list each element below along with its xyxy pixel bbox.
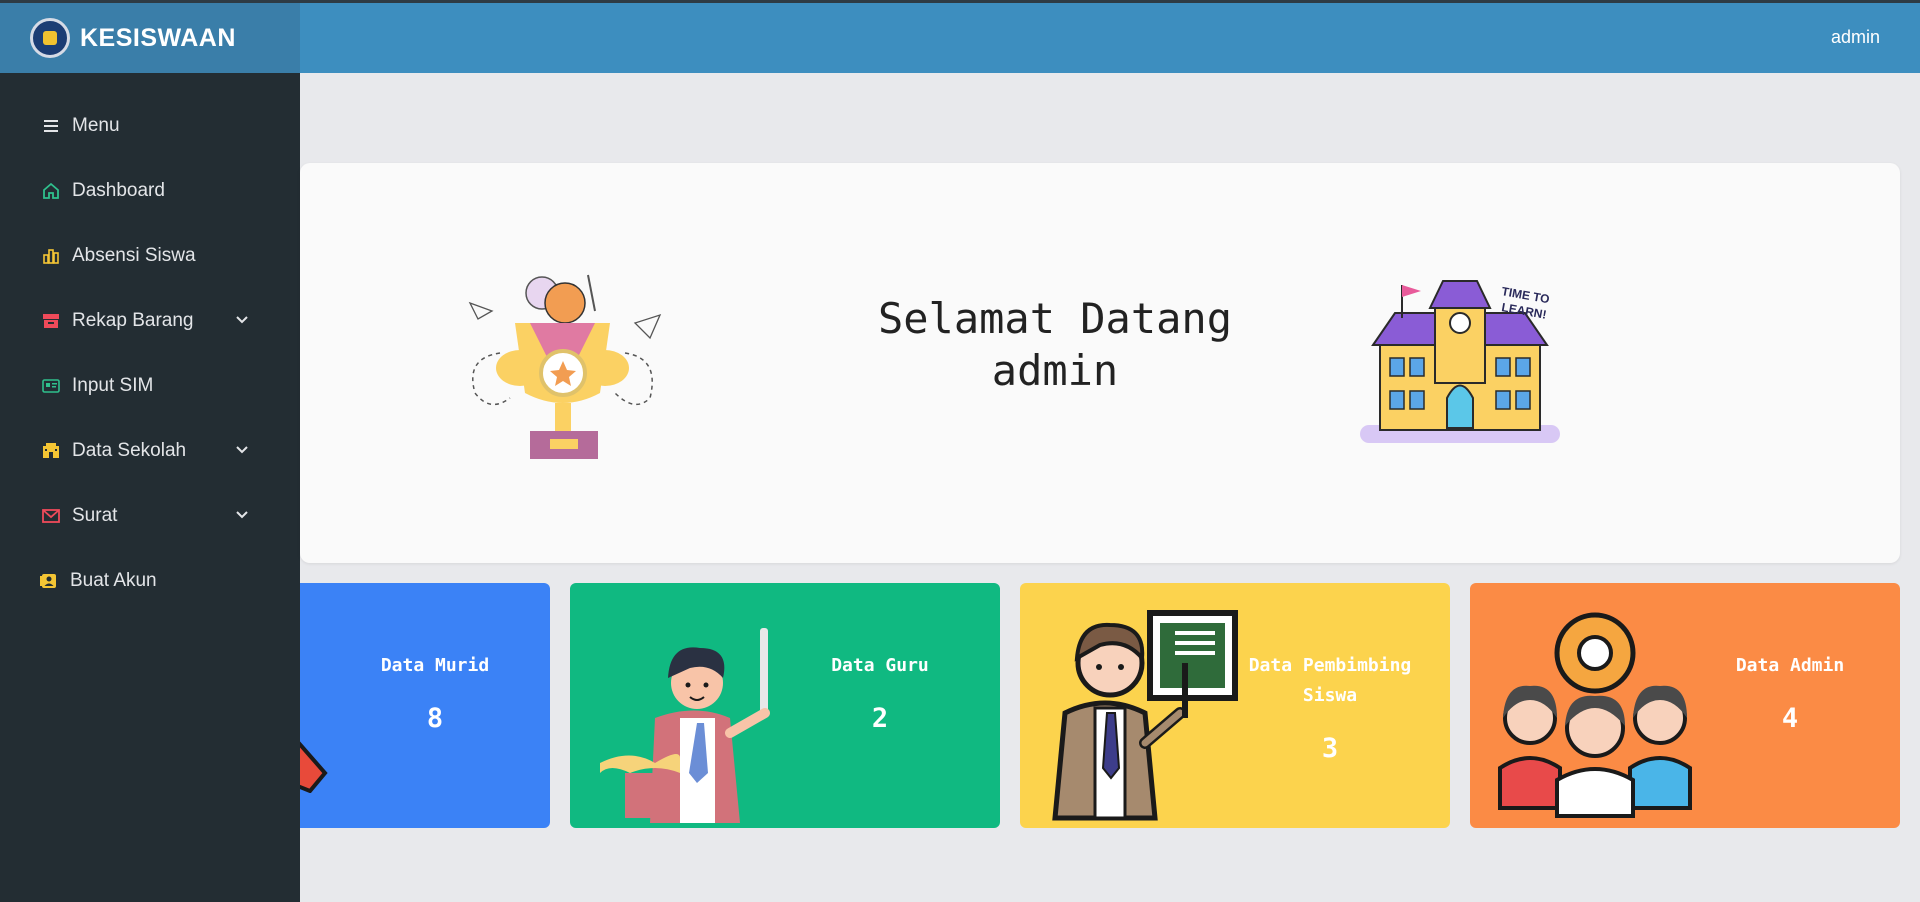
admin-team-illustration [1498, 612, 1692, 818]
card-title: Data Admin [1735, 655, 1845, 676]
user-badge-icon [40, 573, 56, 588]
chevron-down-icon [236, 446, 248, 454]
sidebar-item-input-sim[interactable]: Input SIM [0, 353, 300, 418]
brand-title: KESISWAAN [80, 23, 236, 52]
chevron-down-icon [236, 316, 248, 324]
sidebar-item-label: Dashboard [72, 179, 165, 201]
teacher-illustration [600, 628, 770, 823]
welcome-banner: Selamat Datang admin TIME TO LEARN! [300, 163, 1900, 563]
sidebar-item-label: Surat [72, 504, 118, 526]
sidebar: KESISWAAN Menu Dashboard Absensi Siswa R… [0, 0, 300, 902]
welcome-message: Selamat Datang admin [830, 293, 1280, 397]
card-data-guru[interactable]: Data Guru 2 [570, 583, 1000, 828]
card-title: Data Pembimbing Siswa [1248, 655, 1412, 706]
sidebar-item-buat-akun[interactable]: Buat Akun [0, 548, 300, 613]
sidebar-item-label: Buat Akun [70, 569, 157, 591]
archive-box-icon [43, 313, 59, 328]
card-title: Data Murid [380, 655, 490, 676]
bar-chart-icon [43, 248, 59, 264]
brand[interactable]: KESISWAAN [0, 0, 300, 73]
trophy-illustration [468, 274, 662, 459]
card-data-pembimbing-siswa[interactable]: Data Pembimbing Siswa 3 [1020, 583, 1450, 828]
chevron-down-icon [236, 511, 248, 519]
hamburger-icon [44, 119, 58, 132]
card-value: 4 [1781, 703, 1799, 734]
student-illustration [300, 741, 328, 793]
card-value: 8 [426, 703, 444, 734]
school-logo-icon [30, 18, 70, 58]
sidebar-nav: Menu Dashboard Absensi Siswa Rekap Baran… [0, 73, 300, 613]
sidebar-item-label: Menu [72, 114, 120, 136]
sidebar-item-label: Data Sekolah [72, 439, 187, 461]
card-data-murid[interactable]: Data Murid 8 [300, 583, 550, 828]
sidebar-item-data-sekolah[interactable]: Data Sekolah [0, 418, 300, 483]
sidebar-item-label: Absensi Siswa [72, 244, 196, 266]
home-icon [43, 182, 59, 199]
sidebar-item-label: Rekap Barang [72, 309, 194, 331]
sidebar-item-menu[interactable]: Menu [0, 93, 300, 158]
card-value: 2 [871, 703, 889, 734]
card-value: 3 [1321, 733, 1339, 764]
id-card-icon [42, 378, 60, 393]
sidebar-item-rekap-barang[interactable]: Rekap Barang [0, 288, 300, 353]
sidebar-item-surat[interactable]: Surat [0, 483, 300, 548]
envelope-icon [42, 508, 60, 523]
sidebar-item-dashboard[interactable]: Dashboard [0, 158, 300, 223]
card-data-admin[interactable]: Data Admin 4 [1470, 583, 1900, 828]
sidebar-item-absensi-siswa[interactable]: Absensi Siswa [0, 223, 300, 288]
school-illustration: TIME TO LEARN! [1360, 280, 1560, 443]
card-title: Data Guru [831, 655, 929, 676]
user-menu[interactable]: admin [1831, 27, 1880, 48]
welcome-username: admin [991, 346, 1119, 395]
school-building-icon [43, 442, 59, 458]
sidebar-item-label: Input SIM [72, 374, 154, 396]
mentor-illustration [1052, 610, 1238, 821]
welcome-line-1: Selamat Datang [877, 294, 1232, 343]
